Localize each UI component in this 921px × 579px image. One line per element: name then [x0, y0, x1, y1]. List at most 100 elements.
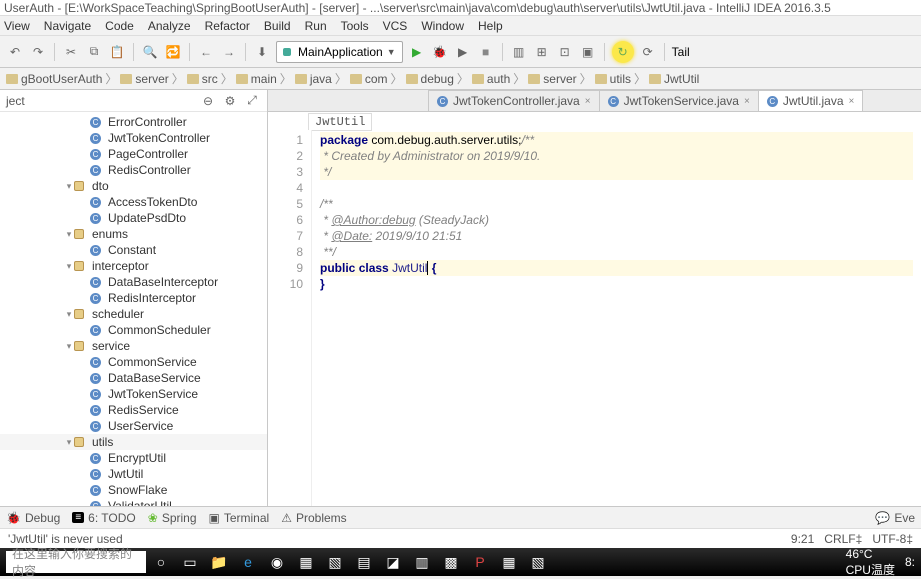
menu-build[interactable]: Build — [264, 19, 291, 33]
tab-terminal[interactable]: ▣Terminal — [209, 511, 270, 525]
toggle-icon[interactable]: ▾ — [64, 437, 74, 448]
line-separator[interactable]: CRLF‡ — [824, 532, 862, 546]
app-icon[interactable]: ▩ — [437, 548, 465, 576]
tree-node-userservice[interactable]: CUserService — [0, 418, 267, 434]
undo-icon[interactable]: ↶ — [6, 43, 24, 61]
breadcrumb-item[interactable]: debug — [406, 72, 454, 86]
tree-node-utils[interactable]: ▾utils — [0, 434, 267, 450]
tree-node-rediscontroller[interactable]: CRedisController — [0, 162, 267, 178]
tab-debug[interactable]: 🐞Debug — [6, 511, 60, 525]
tree-node-enums[interactable]: ▾enums — [0, 226, 267, 242]
tree-node-redisservice[interactable]: CRedisService — [0, 402, 267, 418]
find-icon[interactable]: 🔍 — [141, 43, 159, 61]
menu-help[interactable]: Help — [478, 19, 503, 33]
gear-icon[interactable]: ⚙ — [221, 92, 239, 110]
tree-node-errorcontroller[interactable]: CErrorController — [0, 114, 267, 130]
code-line[interactable]: package com.debug.auth.server.utils;/** — [320, 132, 913, 148]
class-crumb-label[interactable]: JwtUtil — [308, 113, 372, 131]
tray-more[interactable]: 8: — [905, 555, 915, 569]
misc-icon[interactable]: ▣ — [579, 43, 597, 61]
tail-label[interactable]: Tail — [672, 45, 690, 59]
redo-icon[interactable]: ↷ — [29, 43, 47, 61]
powerpoint-icon[interactable]: P — [466, 548, 494, 576]
toggle-icon[interactable]: ▾ — [64, 309, 74, 320]
build-icon[interactable]: ⬇ — [253, 43, 271, 61]
edge-icon[interactable]: e — [234, 548, 262, 576]
close-icon[interactable]: × — [744, 96, 750, 107]
breadcrumb-item[interactable]: utils — [595, 72, 631, 86]
tab-event-log[interactable]: 💬Eve — [875, 511, 915, 525]
code-editor[interactable]: 12345678910 package com.debug.auth.serve… — [268, 130, 921, 506]
app-icon[interactable]: ▧ — [524, 548, 552, 576]
app-icon[interactable]: ▦ — [495, 548, 523, 576]
tree-node-jwtutil[interactable]: CJwtUtil — [0, 466, 267, 482]
code-line[interactable]: * @Date: 2019/9/10 21:51 — [320, 228, 913, 244]
layout-icon[interactable]: ▥ — [510, 43, 528, 61]
copy-icon[interactable]: ⧉ — [85, 43, 103, 61]
tree-node-dto[interactable]: ▾dto — [0, 178, 267, 194]
sdk-icon[interactable]: ⊡ — [556, 43, 574, 61]
tree-node-jwttokencontroller[interactable]: CJwtTokenController — [0, 130, 267, 146]
breadcrumb-item[interactable]: java — [295, 72, 332, 86]
tab-spring[interactable]: ❀Spring — [148, 511, 197, 525]
app-icon[interactable]: ▦ — [292, 548, 320, 576]
tree-node-encryptutil[interactable]: CEncryptUtil — [0, 450, 267, 466]
breadcrumb-item[interactable]: src — [187, 72, 218, 86]
menu-run[interactable]: Run — [305, 19, 327, 33]
toggle-icon[interactable]: ▾ — [64, 181, 74, 192]
tree-node-constant[interactable]: CConstant — [0, 242, 267, 258]
code-line[interactable]: **/ — [320, 244, 913, 260]
toggle-icon[interactable]: ▾ — [64, 341, 74, 352]
tab-todo[interactable]: ≡6: TODO — [72, 511, 135, 525]
menu-vcs[interactable]: VCS — [383, 19, 408, 33]
code-line[interactable]: */ — [320, 164, 913, 180]
tree-node-databaseservice[interactable]: CDataBaseService — [0, 370, 267, 386]
menu-window[interactable]: Window — [421, 19, 464, 33]
collapse-icon[interactable]: ⊖ — [199, 92, 217, 110]
explorer-icon[interactable]: 📁 — [205, 548, 233, 576]
run-configuration-dropdown[interactable]: MainApplication ▼ — [276, 41, 403, 63]
code-line[interactable]: public class JwtUtil { — [320, 260, 913, 276]
breadcrumb-item[interactable]: auth — [472, 72, 510, 86]
tab-problems[interactable]: ⚠Problems — [281, 511, 346, 525]
code-line[interactable]: /** — [320, 196, 913, 212]
tree-node-accesstokendto[interactable]: CAccessTokenDto — [0, 194, 267, 210]
taskbar-search[interactable]: 在这里输入你要搜索的内容 — [6, 551, 146, 573]
tree-node-jwttokenservice[interactable]: CJwtTokenService — [0, 386, 267, 402]
tree-node-snowflake[interactable]: CSnowFlake — [0, 482, 267, 498]
sync-icon[interactable]: ⟳ — [639, 43, 657, 61]
project-tree[interactable]: CErrorControllerCJwtTokenControllerCPage… — [0, 112, 267, 506]
code-line[interactable] — [320, 180, 913, 196]
stop-icon[interactable]: ■ — [477, 43, 495, 61]
chrome-icon[interactable]: ◉ — [263, 548, 291, 576]
highlighted-action[interactable]: ↻ — [612, 41, 634, 63]
tree-node-commonservice[interactable]: CCommonService — [0, 354, 267, 370]
tree-node-databaseinterceptor[interactable]: CDataBaseInterceptor — [0, 274, 267, 290]
file-encoding[interactable]: UTF-8‡ — [872, 532, 913, 546]
toggle-icon[interactable]: ▾ — [64, 229, 74, 240]
toggle-icon[interactable]: ▾ — [64, 261, 74, 272]
tree-node-interceptor[interactable]: ▾interceptor — [0, 258, 267, 274]
editor-tab-jwttokenservice[interactable]: CJwtTokenService.java× — [599, 90, 759, 111]
tree-node-pagecontroller[interactable]: CPageController — [0, 146, 267, 162]
tree-node-validatorutil[interactable]: CValidatorUtil — [0, 498, 267, 506]
intellij-icon[interactable]: ◪ — [379, 548, 407, 576]
code-body[interactable]: package com.debug.auth.server.utils;/** … — [312, 130, 921, 506]
menu-view[interactable]: View — [4, 19, 30, 33]
app-icon[interactable]: ▧ — [321, 548, 349, 576]
editor-tab-jwttokencontroller[interactable]: CJwtTokenController.java× — [428, 90, 600, 111]
cut-icon[interactable]: ✂ — [62, 43, 80, 61]
breadcrumb-item[interactable]: com — [350, 72, 388, 86]
menu-analyze[interactable]: Analyze — [148, 19, 191, 33]
task-view-icon[interactable]: ▭ — [176, 548, 204, 576]
editor-tab-jwtutil[interactable]: CJwtUtil.java× — [758, 90, 864, 111]
paste-icon[interactable]: 📋 — [108, 43, 126, 61]
breadcrumb-item[interactable]: gBootUserAuth — [6, 72, 102, 86]
menu-refactor[interactable]: Refactor — [205, 19, 250, 33]
debug-icon[interactable]: 🐞 — [431, 43, 449, 61]
menu-tools[interactable]: Tools — [341, 19, 369, 33]
project-structure-icon[interactable]: ⊞ — [533, 43, 551, 61]
coverage-icon[interactable]: ▶ — [454, 43, 472, 61]
replace-icon[interactable]: 🔁 — [164, 43, 182, 61]
hide-icon[interactable]: ⤢ — [243, 92, 261, 110]
